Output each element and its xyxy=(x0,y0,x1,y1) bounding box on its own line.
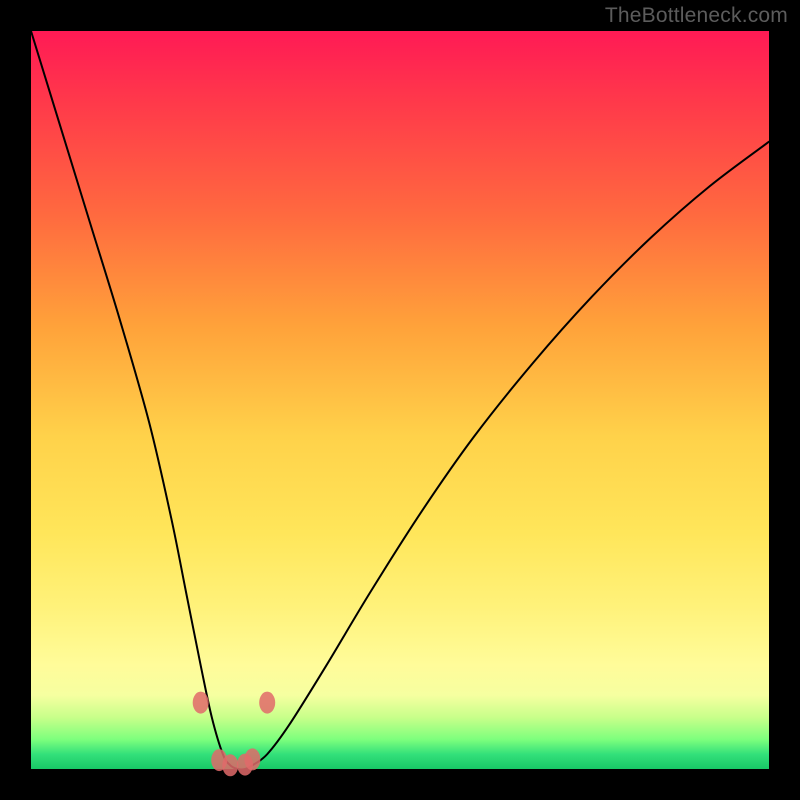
watermark-text: TheBottleneck.com xyxy=(605,4,788,28)
curve-marker xyxy=(222,754,238,776)
curve-marker xyxy=(259,692,275,714)
marker-group xyxy=(193,692,276,777)
curve-path xyxy=(31,31,769,769)
chart-frame: TheBottleneck.com xyxy=(0,0,800,800)
curve-marker xyxy=(193,692,209,714)
bottleneck-curve xyxy=(31,31,769,769)
curve-marker xyxy=(244,748,260,770)
plot-area xyxy=(31,31,769,769)
